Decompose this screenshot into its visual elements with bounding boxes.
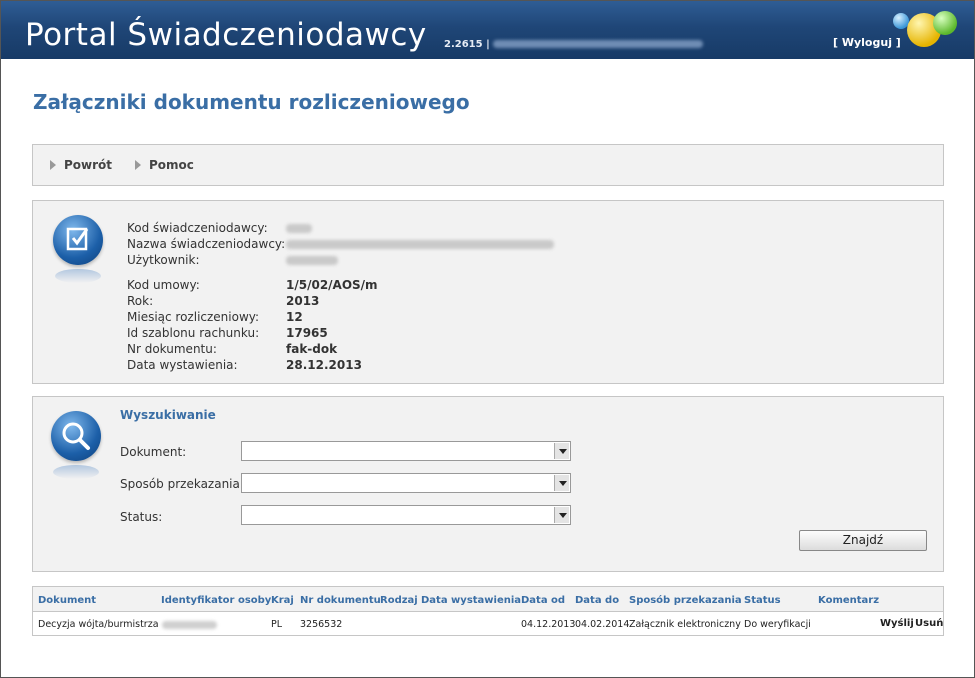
- status-filter-label: Status:: [120, 510, 163, 524]
- month-label: Miesiąc rozliczeniowy:: [127, 310, 260, 324]
- issue-date-value: 28.12.2013: [286, 358, 362, 372]
- redacted-user: [286, 256, 338, 265]
- version-label: 2.2615 |: [444, 39, 704, 50]
- column-header-kind[interactable]: Rodzaj: [380, 595, 418, 606]
- chevron-down-icon: [554, 443, 569, 459]
- redacted-person-id: [162, 621, 217, 629]
- year-label: Rok:: [127, 294, 154, 308]
- back-link[interactable]: Powrót: [50, 158, 112, 172]
- template-id-label: Id szablonu rachunku:: [127, 326, 260, 340]
- provider-name-label: Nazwa świadczeniodawcy:: [127, 237, 286, 251]
- delete-link[interactable]: Usuń: [915, 618, 943, 629]
- nav-panel: Powrót Pomoc: [32, 144, 944, 186]
- version-number: 2.2615 |: [444, 39, 490, 50]
- column-header-person-id[interactable]: Identyfikator osoby: [161, 595, 271, 606]
- document-check-icon: [53, 215, 103, 283]
- chevron-down-icon: [554, 475, 569, 491]
- cell-country: PL: [271, 619, 283, 630]
- table-header: Dokument Identyfikator osoby Kraj Nr dok…: [33, 587, 943, 612]
- redacted-provider-name: [286, 240, 554, 249]
- column-header-doc-number[interactable]: Nr dokumentu: [300, 595, 381, 606]
- month-value: 12: [286, 310, 303, 324]
- find-button[interactable]: Znajdź: [799, 530, 927, 551]
- document-info-panel: Kod świadczeniodawcy: Nazwa świadczeniod…: [32, 200, 944, 384]
- column-header-transfer[interactable]: Sposób przekazania: [629, 595, 742, 606]
- magnifier-icon: [51, 411, 101, 479]
- document-select[interactable]: [241, 441, 571, 461]
- transfer-select[interactable]: [241, 473, 571, 493]
- provider-code-label: Kod świadczeniodawcy:: [127, 221, 268, 235]
- transfer-filter-label: Sposób przekazania:: [120, 477, 244, 491]
- cell-doc-number: 3256532: [300, 619, 343, 630]
- portal-logo: [889, 9, 964, 49]
- column-header-status[interactable]: Status: [744, 595, 781, 606]
- chevron-down-icon: [554, 507, 569, 523]
- help-link[interactable]: Pomoc: [135, 158, 194, 172]
- redacted-provider-info: [493, 40, 704, 48]
- status-select[interactable]: [241, 505, 571, 525]
- cell-transfer: Załącznik elektroniczny: [629, 619, 741, 630]
- column-header-issue-date[interactable]: Data wystawienia: [421, 595, 521, 606]
- triangle-right-icon: [135, 160, 141, 170]
- column-header-document[interactable]: Dokument: [38, 595, 96, 606]
- column-header-comment[interactable]: Komentarz: [818, 595, 879, 606]
- send-link[interactable]: Wyślij: [880, 618, 914, 629]
- cell-date-from: 04.12.2013: [521, 619, 576, 630]
- contract-code-label: Kod umowy:: [127, 278, 200, 292]
- user-label: Użytkownik:: [127, 253, 200, 267]
- top-header: Portal Świadczeniodawcy 2.2615 | [ Wylog…: [1, 1, 974, 59]
- doc-number-label: Nr dokumentu:: [127, 342, 217, 356]
- help-link-label: Pomoc: [149, 158, 194, 172]
- template-id-value: 17965: [286, 326, 328, 340]
- column-header-country[interactable]: Kraj: [271, 595, 294, 606]
- page-title: Załączniki dokumentu rozliczeniowego: [33, 90, 470, 114]
- document-filter-label: Dokument:: [120, 445, 187, 459]
- attachments-table: Dokument Identyfikator osoby Kraj Nr dok…: [32, 586, 944, 636]
- app-title: Portal Świadczeniodawcy: [25, 17, 427, 53]
- cell-document: Decyzja wójta/burmistrza: [38, 619, 159, 630]
- contract-code-value: 1/5/02/AOS/m: [286, 278, 378, 292]
- doc-number-value: fak-dok: [286, 342, 338, 356]
- triangle-right-icon: [50, 160, 56, 170]
- column-header-date-to[interactable]: Data do: [575, 595, 619, 606]
- cell-status: Do weryfikacji: [744, 619, 811, 630]
- search-panel: Wyszukiwanie Dokument: Sposób przekazani…: [32, 396, 944, 572]
- redacted-provider-code: [286, 224, 312, 233]
- issue-date-label: Data wystawienia:: [127, 358, 238, 372]
- cell-date-to: 04.02.2014: [575, 619, 630, 630]
- back-link-label: Powrót: [64, 158, 113, 172]
- year-value: 2013: [286, 294, 320, 308]
- search-title: Wyszukiwanie: [120, 408, 216, 422]
- column-header-date-from[interactable]: Data od: [521, 595, 565, 606]
